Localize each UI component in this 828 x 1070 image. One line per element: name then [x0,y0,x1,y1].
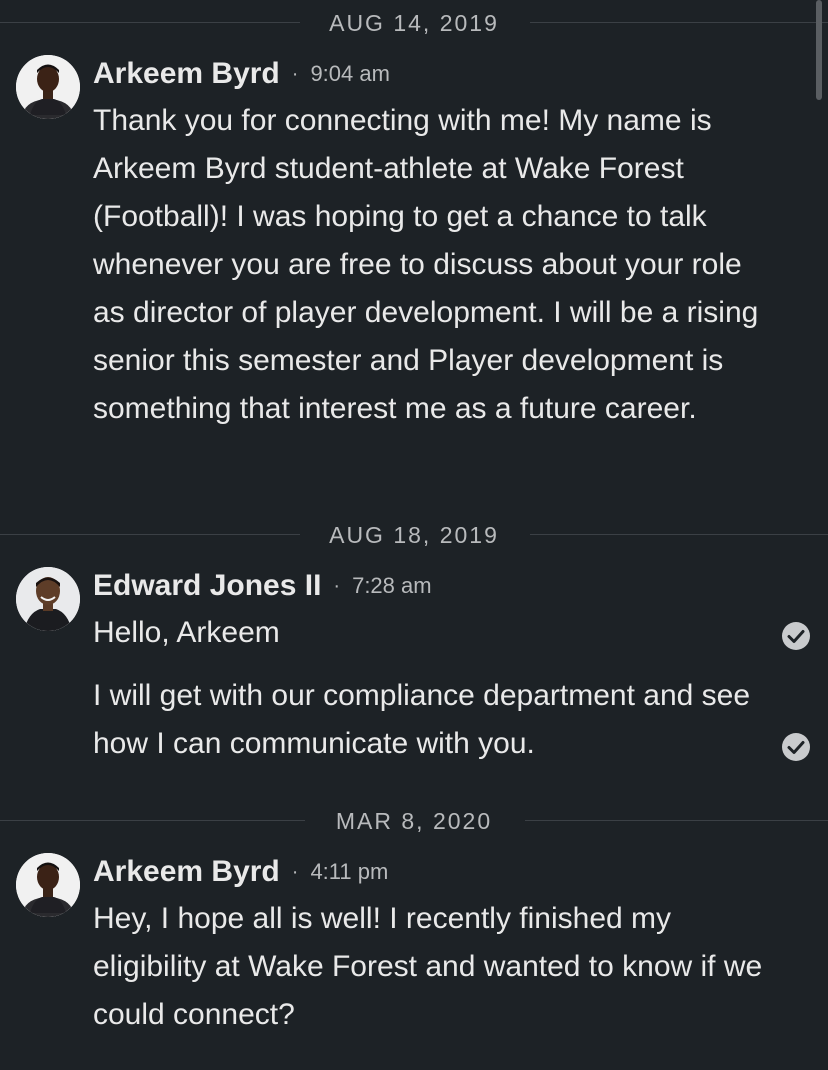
date-divider: AUG 18, 2019 [0,520,828,550]
message-time: 7:28 am [352,573,432,598]
scrollbar[interactable] [816,0,822,100]
check-circle-icon [782,733,810,761]
message-text: Hey, I hope all is well! I recently fini… [93,902,763,1031]
divider-line-right [525,820,828,821]
separator-dot: · [291,63,299,85]
date-label: AUG 18, 2019 [329,522,499,548]
sender-name[interactable]: Edward Jones II [93,569,321,602]
profile-photo-icon [16,567,80,631]
date-label: AUG 14, 2019 [329,10,499,36]
avatar[interactable] [16,567,80,631]
sender-name[interactable]: Arkeem Byrd [93,57,280,90]
avatar[interactable] [16,853,80,917]
check-circle-icon [782,622,810,650]
profile-photo-icon [16,853,80,917]
message-time: 9:04 am [310,61,390,86]
message-time: 4:11 pm [310,859,389,884]
divider-line-right [530,534,828,535]
date-label: MAR 8, 2020 [335,808,493,834]
message-text: Thank you for connecting with me! My nam… [93,104,759,425]
sender-line: Arkeem Byrd · 9:04 am [93,54,390,94]
date-divider: AUG 14, 2019 [0,8,828,38]
profile-photo-icon [16,55,80,119]
divider-line-right [530,22,828,23]
separator-dot: · [291,861,299,883]
date-divider: MAR 8, 2020 [0,806,828,836]
message-thread: AUG 14, 2019 Arkeem Byrd · 9:04 am Thank y… [0,0,828,1070]
sender-name[interactable]: Arkeem Byrd [93,855,280,888]
message-text: I will get with our compliance departmen… [93,679,751,760]
avatar[interactable] [16,55,80,119]
separator-dot: · [333,575,341,597]
sender-line: Edward Jones II · 7:28 am [93,566,432,606]
sender-line: Arkeem Byrd · 4:11 pm [93,852,388,892]
message-text: Hello, Arkeem [93,616,280,649]
